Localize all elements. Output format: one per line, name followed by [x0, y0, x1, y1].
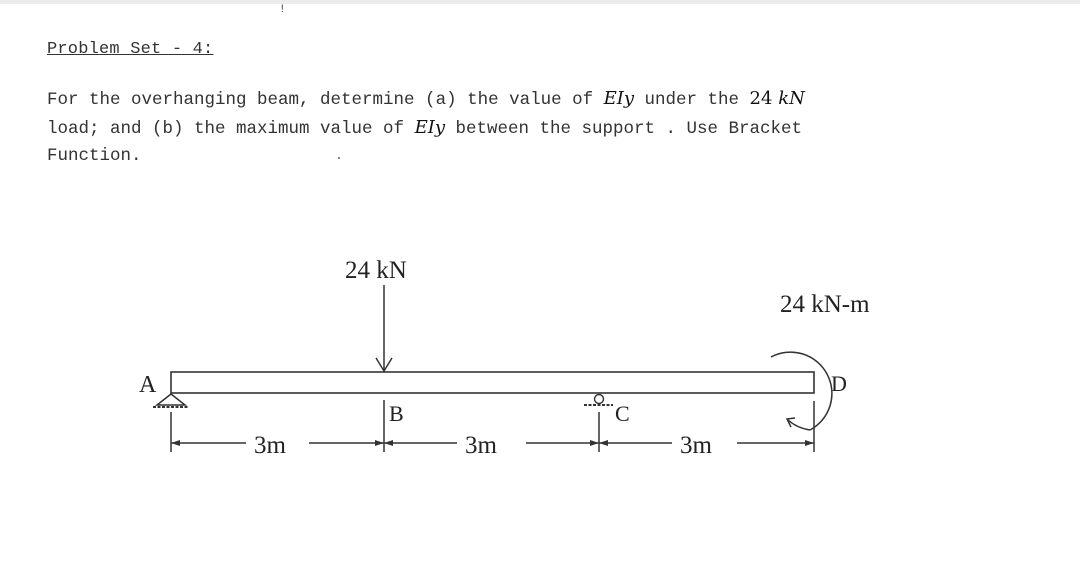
- point-label-b: B: [389, 401, 404, 426]
- beam: [170, 371, 815, 394]
- span-label-cd: 3m: [680, 432, 713, 459]
- point-label-d: D: [831, 371, 847, 396]
- point-label-c: C: [615, 401, 630, 426]
- point-load-label: 24 kN: [345, 257, 407, 284]
- pin-support-icon: [153, 393, 189, 408]
- roller-support-icon: [584, 393, 613, 406]
- span-label-ab: 3m: [254, 432, 287, 459]
- moment-arrow-icon: [770, 351, 833, 431]
- span-label-bc: 3m: [465, 432, 498, 459]
- beam-diagram: A 24 kN B C D 24 kN-m 3m 3m 3m: [139, 257, 870, 459]
- point-load-arrow-icon: [375, 285, 393, 373]
- point-label-a: A: [139, 372, 157, 398]
- moment-label: 24 kN-m: [780, 291, 870, 318]
